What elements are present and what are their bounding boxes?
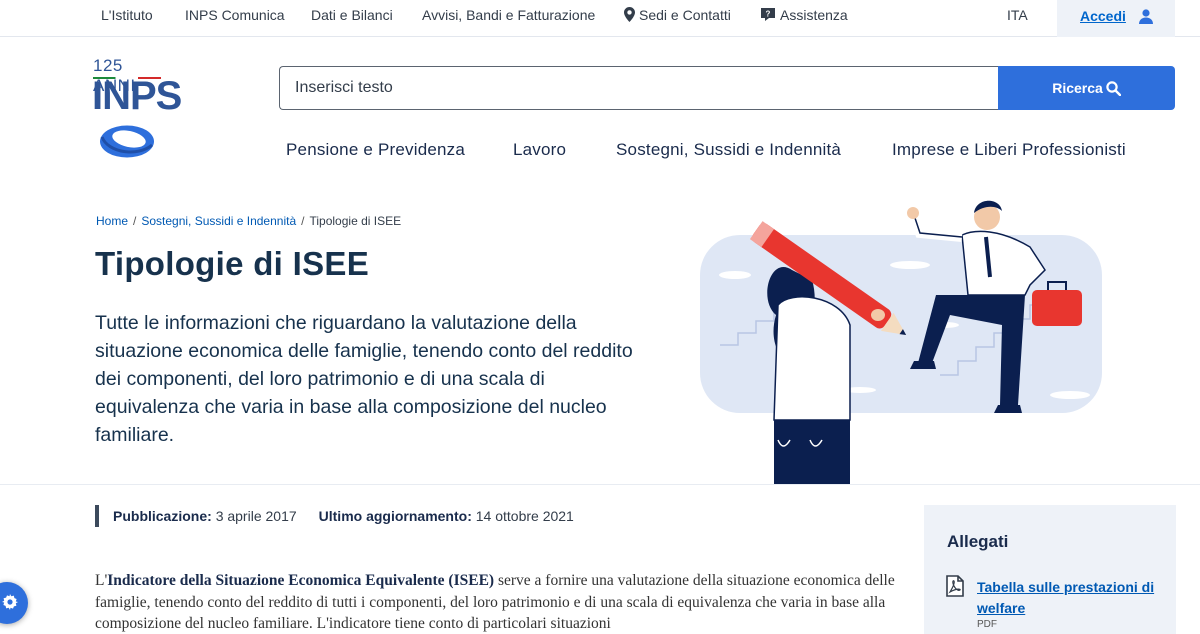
attachment-format: PDF <box>977 619 997 630</box>
login-area: Accedi <box>1057 0 1175 37</box>
sedi-contatti-label: Sedi e Contatti <box>639 7 731 23</box>
search-button-label: Ricerca <box>1052 80 1103 96</box>
attachments-heading: Allegati <box>947 532 1009 551</box>
breadcrumb-sostegni[interactable]: Sostegni, Sussidi e Indennità <box>141 214 296 228</box>
breadcrumb-separator: / <box>301 214 305 228</box>
map-pin-icon <box>624 7 635 22</box>
top-utility-bar: L'Istituto INPS Comunica Dati e Bilanci … <box>0 0 1200 37</box>
woman-shirt <box>773 296 851 421</box>
help-chat-icon: ? <box>761 8 775 21</box>
body-intro-prefix: L' <box>95 572 108 589</box>
breadcrumb-separator: / <box>133 214 137 228</box>
topbar-link-sedi-contatti[interactable]: Sedi e Contatti <box>624 7 731 23</box>
page-title: Tipologie di ISEE <box>95 245 370 282</box>
search-button[interactable]: Ricerca <box>998 66 1175 110</box>
published-label: Pubblicazione: <box>113 508 212 524</box>
breadcrumb: Home / Sostegni, Sussidi e Indennità / Tipol… <box>96 214 401 228</box>
topbar-link-istituto[interactable]: L'Istituto <box>101 7 153 23</box>
gear-icon <box>2 594 18 610</box>
page-lead-paragraph: Tutte le informazioni che riguardano la … <box>95 312 633 446</box>
pdf-file-icon <box>946 575 964 597</box>
topbar-link-assistenza[interactable]: ? Assistenza <box>760 7 848 23</box>
updated-date: 14 ottobre 2021 <box>475 508 574 524</box>
language-selector[interactable]: ITA <box>1007 7 1028 23</box>
logo-ring-icon <box>100 125 154 158</box>
red-briefcase <box>1032 290 1082 326</box>
search-input[interactable] <box>279 66 999 110</box>
publication-meta: Pubblicazione: 3 aprile 2017 Ultimo aggio… <box>95 505 574 527</box>
topbar-link-dati-bilanci[interactable]: Dati e Bilanci <box>311 7 393 23</box>
attachments-panel: Allegati Tabella sulle prestazioni di we… <box>924 505 1176 634</box>
topbar-link-avvisi-bandi[interactable]: Avvisi, Bandi e Fatturazione <box>422 7 595 23</box>
user-icon[interactable] <box>1139 9 1153 24</box>
breadcrumb-current: Tipologie di ISEE <box>309 214 402 228</box>
svg-text:?: ? <box>766 10 771 19</box>
body-paragraph: L'Indicatore della Situazione Economica … <box>95 570 895 634</box>
nav-sostegni-sussidi[interactable]: Sostegni, Sussidi e Indennità <box>616 140 841 160</box>
login-link[interactable]: Accedi <box>1080 8 1126 24</box>
nav-imprese-professionisti[interactable]: Imprese e Liberi Professionisti <box>892 140 1126 160</box>
breadcrumb-home[interactable]: Home <box>96 214 128 228</box>
assistenza-label: Assistenza <box>780 7 848 23</box>
topbar-link-inps-comunica[interactable]: INPS Comunica <box>185 7 285 23</box>
nav-pensione-previdenza[interactable]: Pensione e Previdenza <box>286 140 465 160</box>
section-divider <box>0 484 1200 485</box>
nav-lavoro[interactable]: Lavoro <box>513 140 566 160</box>
updated-label: Ultimo aggiornamento: <box>318 508 472 524</box>
cookie-settings-button[interactable] <box>0 582 28 624</box>
inps-logo[interactable]: 125 ANNI INPS <box>92 56 182 162</box>
woman-jeans <box>774 420 850 485</box>
published-date: 3 aprile 2017 <box>215 508 297 524</box>
body-intro-bold: Indicatore della Situazione Economica Eq… <box>107 572 495 589</box>
attachment-link[interactable]: Tabella sulle prestazioni di welfare <box>977 577 1162 619</box>
search-icon <box>1106 81 1121 97</box>
logo-brand-text: INPS <box>92 74 182 118</box>
hero-illustration <box>700 200 1102 485</box>
